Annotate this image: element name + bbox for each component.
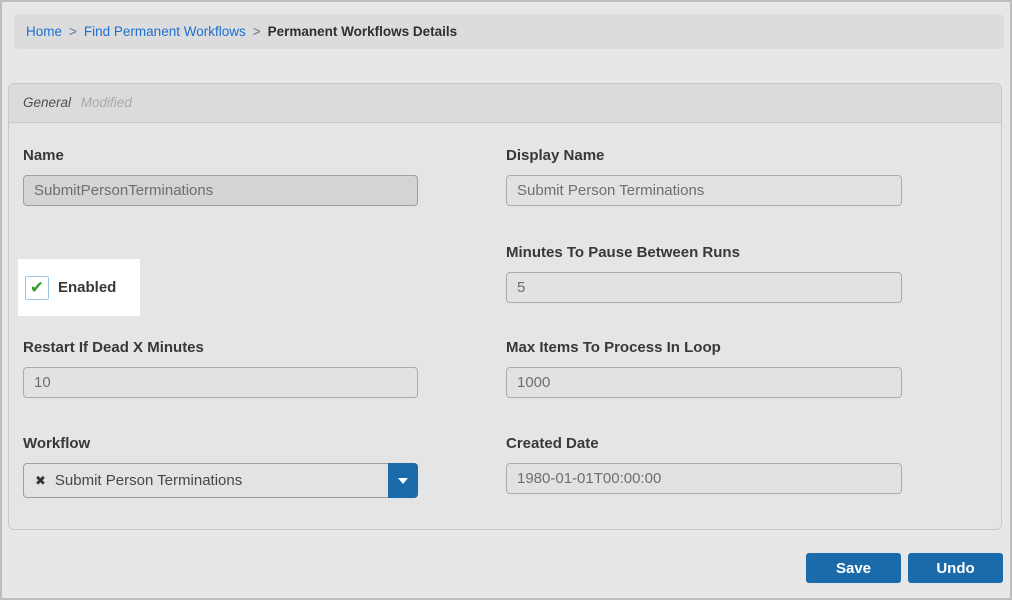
minutes-to-pause-input[interactable] <box>506 272 902 303</box>
breadcrumb-separator: > <box>69 24 77 39</box>
workflow-selected-value: Submit Person Terminations <box>54 472 243 489</box>
created-date-input[interactable] <box>506 463 902 494</box>
workflow-dropdown-button[interactable] <box>388 463 418 498</box>
breadcrumb: Home > Find Permanent Workflows > Perman… <box>14 14 1004 49</box>
name-label: Name <box>23 147 64 164</box>
enabled-label: Enabled <box>58 279 117 296</box>
breadcrumb-separator: > <box>252 24 261 39</box>
enabled-checkbox[interactable]: ✔ <box>25 275 49 300</box>
field-minutes-to-pause: Minutes To Pause Between Runs <box>506 243 902 303</box>
restart-if-dead-label: Restart If Dead X Minutes <box>23 339 204 356</box>
panel-title: General <box>23 95 72 110</box>
field-max-items: Max Items To Process In Loop <box>506 338 902 398</box>
caret-down-icon <box>398 477 408 484</box>
field-display-name: Display Name <box>506 146 902 206</box>
field-restart-if-dead: Restart If Dead X Minutes <box>23 338 418 398</box>
breadcrumb-link-find-permanent-workflows[interactable]: Find Permanent Workflows <box>84 24 246 39</box>
minutes-to-pause-label: Minutes To Pause Between Runs <box>506 244 740 261</box>
display-name-input[interactable] <box>506 175 902 206</box>
general-panel: General Modified Name Display Name ✔ Ena… <box>8 83 1002 530</box>
undo-button[interactable]: Undo <box>908 553 1003 583</box>
checkmark-icon: ✔ <box>29 278 45 297</box>
field-created-date: Created Date <box>506 434 902 494</box>
workflow-label: Workflow <box>23 435 91 452</box>
max-items-label: Max Items To Process In Loop <box>506 339 721 356</box>
field-workflow: Workflow ✖ Submit Person Terminations <box>23 434 418 498</box>
enabled-highlight: ✔ Enabled <box>18 259 140 316</box>
name-input[interactable] <box>23 175 418 206</box>
save-button[interactable]: Save <box>806 553 901 583</box>
display-name-label: Display Name <box>506 147 605 164</box>
panel-modified-badge: Modified <box>80 95 132 110</box>
breadcrumb-link-home[interactable]: Home <box>26 24 62 39</box>
panel-header: General Modified <box>9 84 1001 123</box>
max-items-input[interactable] <box>506 367 902 398</box>
restart-if-dead-input[interactable] <box>23 367 418 398</box>
remove-selection-icon[interactable]: ✖ <box>35 473 46 489</box>
workflow-details-window: Home > Find Permanent Workflows > Perman… <box>0 0 1012 600</box>
created-date-label: Created Date <box>506 435 599 452</box>
breadcrumb-current-page: Permanent Workflows Details <box>267 24 458 39</box>
field-name: Name <box>23 146 418 206</box>
action-bar: Save Undo <box>806 553 1003 583</box>
workflow-select[interactable]: ✖ Submit Person Terminations <box>23 463 418 498</box>
